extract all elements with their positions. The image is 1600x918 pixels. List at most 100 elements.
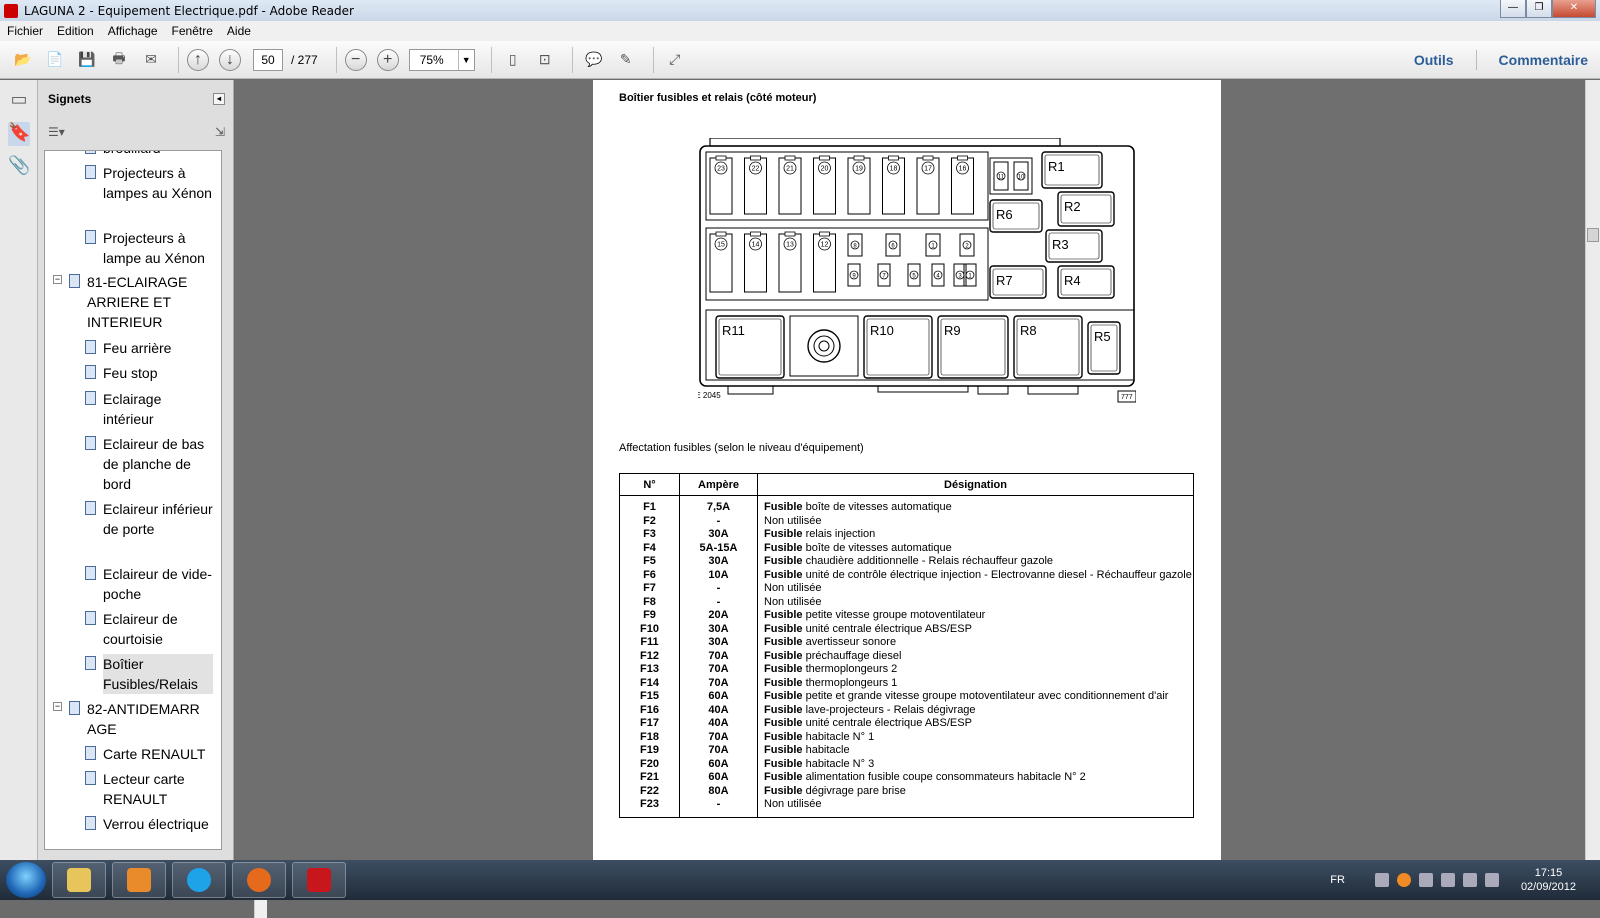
fuse-label: 13 — [786, 242, 794, 249]
comment-icon[interactable]: 💬 — [581, 47, 607, 73]
relay-label: R2 — [1064, 199, 1081, 214]
fuse-box-diagram: 23 22 21 20 19 18 17 16 15 14 13 12 8612 975431 11… — [698, 138, 1136, 403]
menu-bar: Fichier Edition Affichage Fenêtre Aide — [0, 21, 1600, 41]
fit-width-icon[interactable]: ⊡ — [532, 47, 558, 73]
skype-icon — [187, 868, 211, 892]
media-player-task[interactable] — [112, 862, 166, 898]
bookmark-item[interactable]: Verrou électrique — [85, 814, 213, 834]
table-row: F1 7,5A Fusible boîte de vitesses automati… — [619, 495, 1194, 515]
menu-fenetre[interactable]: Fenêtre — [172, 24, 213, 38]
fuse-label: Fusible — [764, 636, 803, 648]
chevron-down-icon[interactable]: ▼ — [457, 49, 474, 70]
table-row: F13 70A Fusible thermoplongeurs 2 — [619, 663, 1194, 677]
navigation-rail: ▭ 🔖 📎 — [0, 80, 38, 860]
adobe-reader-task[interactable] — [292, 862, 346, 898]
menu-affichage[interactable]: Affichage — [108, 24, 158, 38]
scrollbar-thumb[interactable] — [1587, 228, 1599, 242]
bookmarks-icon[interactable]: 🔖 — [8, 122, 30, 146]
bookmark-item[interactable]: Feu arrière — [85, 338, 213, 358]
menu-fichier[interactable]: Fichier — [7, 24, 43, 38]
table-row: F20 60A Fusible habitacle N° 3 — [619, 757, 1194, 771]
collapse-toggle[interactable]: − — [53, 702, 62, 711]
create-pdf-icon[interactable]: 📄 — [42, 47, 68, 73]
relay-label: R5 — [1094, 329, 1111, 344]
save-icon[interactable]: 💾 — [74, 47, 100, 73]
firefox-task[interactable] — [232, 862, 286, 898]
zoom-in-button[interactable]: + — [376, 48, 399, 71]
comment-link[interactable]: Commentaire — [1499, 52, 1588, 72]
relay: R1 — [1041, 151, 1103, 189]
bookmark-item[interactable]: Projecteurs à lampes au Xénon — [85, 163, 213, 203]
bookmark-item[interactable]: Lecteur carte RENAULT — [85, 769, 213, 809]
clock[interactable]: 17:15 02/09/2012 — [1521, 866, 1576, 894]
fuse-designation: Fusible unité de contrôle électrique inj… — [758, 569, 1194, 583]
skype-task[interactable] — [172, 862, 226, 898]
fuse-number: F16 — [619, 703, 680, 717]
relay-label: R8 — [1020, 323, 1037, 338]
document-scrollbar[interactable] — [1585, 80, 1600, 860]
highlight-icon[interactable]: ✎ — [613, 47, 639, 73]
bookmark-item[interactable]: Eclaireur inférieur de porte — [85, 499, 213, 539]
menu-aide[interactable]: Aide — [227, 24, 251, 38]
menu-edition[interactable]: Edition — [57, 24, 94, 38]
bookmark-icon — [85, 151, 96, 154]
table-row: F10 30A Fusible unité centrale électrique … — [619, 622, 1194, 636]
start-button[interactable] — [6, 862, 46, 898]
fuse-ampere: 70A — [679, 649, 758, 663]
explorer-task[interactable] — [52, 862, 106, 898]
next-page-button[interactable]: ↓ — [219, 48, 241, 71]
fuse-number: F4 — [619, 541, 680, 555]
relay-label: R1 — [1048, 159, 1065, 174]
bookmark-item[interactable]: Carte RENAULT — [85, 744, 213, 764]
expand-icon[interactable]: ⤢ — [662, 47, 688, 73]
bookmark-item[interactable]: Feu stop — [85, 363, 213, 383]
bookmark-section[interactable]: 81-ECLAIRAGE ARRIERE ET INTERIEUR — [69, 272, 217, 332]
relay: R9 — [937, 315, 1009, 379]
fuse: 12 — [813, 231, 836, 293]
bookmark-item[interactable]: Eclairage intérieur — [85, 389, 213, 429]
maximize-button[interactable]: ❐ — [1526, 0, 1552, 18]
volume-icon[interactable] — [1484, 873, 1499, 887]
bookmark-item[interactable]: Projecteurs à lampe au Xénon — [85, 228, 213, 268]
fuse-description: Non utilisée — [764, 514, 822, 527]
bookmark-icon — [69, 701, 80, 715]
expand-bookmark-icon[interactable]: ⇲ — [215, 125, 225, 139]
collapse-panel-icon[interactable]: ◂ — [213, 93, 225, 105]
bookmark-item[interactable]: Eclaireur de bas de planche de bord — [85, 434, 213, 494]
previous-page-button[interactable]: ↑ — [187, 48, 209, 71]
fuse-number: F6 — [619, 568, 680, 582]
minimize-button[interactable]: — — [1500, 0, 1526, 18]
flag-icon[interactable] — [1418, 873, 1433, 887]
fuse-ampere: 30A — [679, 528, 758, 542]
tray-arrow-icon[interactable] — [1374, 873, 1389, 887]
collapse-toggle[interactable]: − — [53, 275, 62, 284]
page-number-input[interactable]: 50 — [253, 48, 283, 71]
zoom-out-button[interactable]: − — [344, 48, 367, 71]
fuse-label: 20 — [821, 166, 829, 173]
fuse-number: F9 — [619, 609, 680, 623]
close-button[interactable]: ✕ — [1552, 0, 1596, 18]
network-icon[interactable] — [1462, 873, 1477, 887]
clock-time: 17:15 — [1534, 867, 1563, 879]
fuse-number: F2 — [619, 514, 680, 528]
email-icon[interactable]: ✉ — [138, 47, 164, 73]
header-ampere: Ampère — [679, 473, 758, 496]
bookmark-item-selected[interactable]: Boîtier Fusibles/Relais — [85, 654, 213, 694]
tools-link[interactable]: Outils — [1414, 52, 1454, 72]
bookmark-item[interactable]: Eclaireur de vide-poche — [85, 564, 213, 604]
battery-icon[interactable] — [1440, 873, 1455, 887]
bookmark-item[interactable]: Eclaireur de courtoisie — [85, 609, 213, 649]
bookmark-item[interactable]: brouillard — [85, 151, 213, 158]
zoom-select[interactable]: 75% ▼ — [408, 48, 475, 71]
attachments-icon[interactable]: 📎 — [8, 155, 30, 179]
fit-page-icon[interactable]: ▯ — [500, 47, 526, 73]
bookmark-section[interactable]: 82-ANTIDEMARRAGE — [69, 699, 209, 739]
page-thumbnails-icon[interactable]: ▭ — [8, 89, 30, 113]
relay-label: R7 — [996, 273, 1013, 288]
avast-icon[interactable] — [1396, 873, 1411, 887]
open-icon[interactable]: 📂 — [10, 47, 36, 73]
pdf-page: Boîtier fusibles et relais (côté moteur)… — [593, 80, 1221, 860]
print-icon[interactable]: 🖶 — [106, 47, 132, 73]
options-menu-icon[interactable]: ☰▾ — [48, 125, 65, 139]
language-indicator[interactable]: FR — [1330, 874, 1345, 886]
